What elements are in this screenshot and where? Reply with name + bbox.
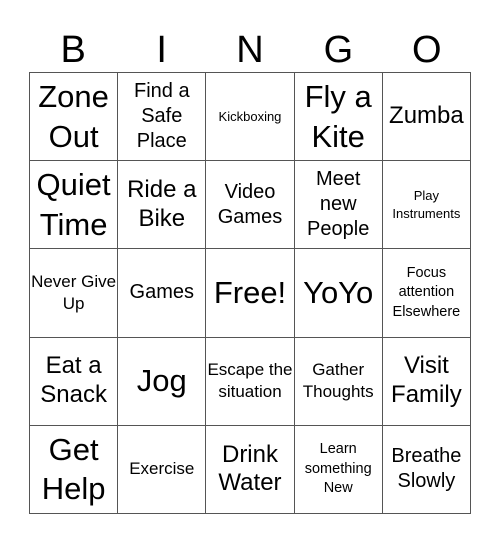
header-letter-i: I: [156, 29, 167, 71]
bingo-cell[interactable]: Quiet Time: [30, 161, 119, 250]
bingo-cell[interactable]: Never Give Up: [30, 249, 119, 338]
bingo-cell[interactable]: Zone Out: [30, 73, 119, 162]
bingo-cell[interactable]: Kickboxing: [206, 73, 295, 162]
free-space-cell[interactable]: Free!: [206, 249, 295, 338]
bingo-cell[interactable]: Find a Safe Place: [118, 73, 207, 162]
header-letter-o: O: [412, 29, 442, 71]
bingo-cell[interactable]: Play Instruments: [382, 161, 471, 250]
bingo-cell[interactable]: Zumba: [382, 73, 471, 162]
bingo-cell[interactable]: Gather Thoughts: [294, 337, 383, 426]
bingo-cell[interactable]: Focus attention Elsewhere: [382, 249, 471, 338]
bingo-cell[interactable]: Breathe Slowly: [382, 425, 471, 514]
bingo-cell[interactable]: Visit Family: [382, 337, 471, 426]
bingo-cell[interactable]: Eat a Snack: [30, 337, 119, 426]
bingo-cell[interactable]: Exercise: [118, 425, 207, 514]
bingo-cell[interactable]: Get Help: [30, 425, 119, 514]
bingo-grid: Zone Out Find a Safe Place Kickboxing Fly a…: [29, 72, 471, 514]
bingo-header: B I N G O: [29, 28, 471, 72]
bingo-cell[interactable]: Fly a Kite: [294, 73, 383, 162]
header-letter-n: N: [236, 29, 264, 71]
bingo-cell[interactable]: Drink Water: [206, 425, 295, 514]
header-letter-g: G: [323, 29, 354, 71]
bingo-cell[interactable]: Ride a Bike: [118, 161, 207, 250]
bingo-cell[interactable]: Learn something New: [294, 425, 383, 514]
bingo-cell[interactable]: YoYo: [294, 249, 383, 338]
bingo-cell[interactable]: Meet new People: [294, 161, 383, 250]
bingo-cell[interactable]: Games: [118, 249, 207, 338]
bingo-cell[interactable]: Jog: [118, 337, 207, 426]
bingo-cell[interactable]: Escape the situation: [206, 337, 295, 426]
bingo-cell[interactable]: Video Games: [206, 161, 295, 250]
header-letter-b: B: [60, 29, 86, 71]
